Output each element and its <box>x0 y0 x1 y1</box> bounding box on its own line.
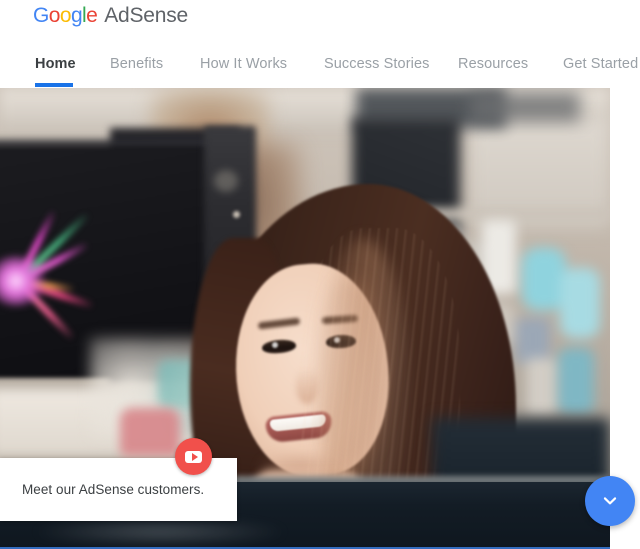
google-letter-o1: o <box>48 4 61 27</box>
play-video-button[interactable] <box>175 438 212 475</box>
nav-item-get-started[interactable]: Get Started <box>563 44 638 84</box>
google-wordmark: Google <box>33 4 98 28</box>
scroll-down-button[interactable] <box>585 476 635 526</box>
google-letter-g: G <box>33 4 49 27</box>
nav-item-benefits[interactable]: Benefits <box>110 44 163 84</box>
google-letter-o2: o <box>59 4 72 27</box>
google-letter-g2: g <box>70 4 83 27</box>
nav-item-success-stories[interactable]: Success Stories <box>324 44 429 84</box>
product-name: AdSense <box>104 4 189 27</box>
main-navigation: Home Benefits How It Works Success Stori… <box>0 44 640 88</box>
youtube-play-icon <box>185 450 202 463</box>
adsense-landing-page: Google AdSense Home Benefits How It Work… <box>0 0 640 549</box>
nav-active-indicator <box>35 83 73 87</box>
google-adsense-logo[interactable]: Google AdSense <box>33 4 188 28</box>
nav-item-home[interactable]: Home <box>35 44 76 84</box>
hero-caption-text: Meet our AdSense customers. <box>22 482 205 497</box>
nav-item-how-it-works[interactable]: How It Works <box>200 44 287 84</box>
google-letter-e: e <box>86 4 98 27</box>
site-header: Google AdSense Home Benefits How It Work… <box>0 0 640 88</box>
chevron-down-icon <box>603 497 617 505</box>
nav-item-resources[interactable]: Resources <box>458 44 528 84</box>
monitor-screensaver-graphic <box>0 206 150 356</box>
